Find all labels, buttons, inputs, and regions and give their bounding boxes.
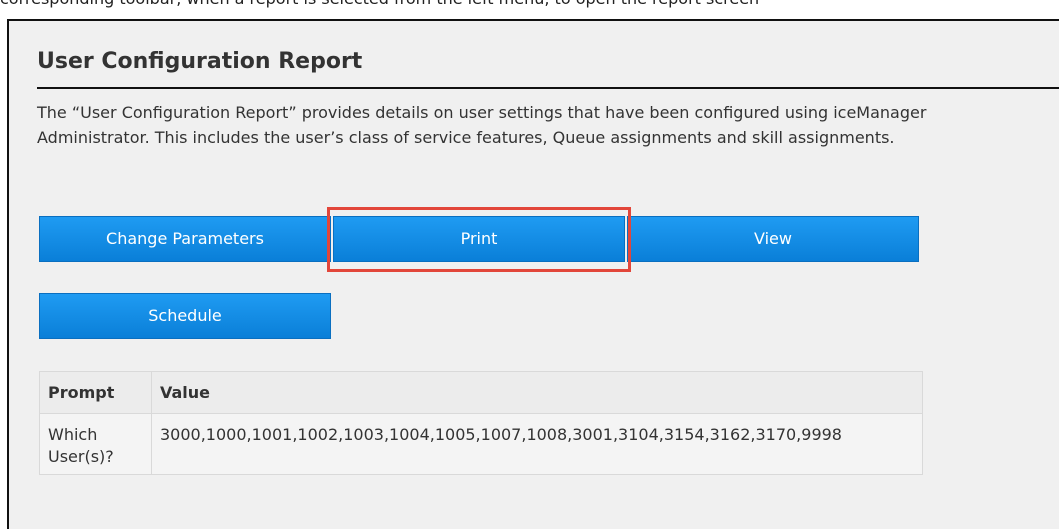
prompt-cell: Which User(s)? xyxy=(39,413,152,475)
clipped-top-text: corresponding toolbar, when a report is … xyxy=(0,0,1059,10)
schedule-button[interactable]: Schedule xyxy=(39,293,331,339)
print-button[interactable]: Print xyxy=(333,216,625,262)
column-header-value: Value xyxy=(151,371,923,414)
value-cell: 3000,1000,1001,1002,1003,1004,1005,1007,… xyxy=(151,413,923,475)
page-title: User Configuration Report xyxy=(37,49,363,74)
change-parameters-button[interactable]: Change Parameters xyxy=(39,216,331,262)
column-header-prompt: Prompt xyxy=(39,371,152,414)
view-button[interactable]: View xyxy=(627,216,919,262)
parameters-table: Prompt Value Which User(s)? 3000,1000,10… xyxy=(39,371,923,475)
table-header-row: Prompt Value xyxy=(39,371,923,414)
title-divider xyxy=(37,87,1059,89)
report-description: The “User Configuration Report” provides… xyxy=(37,103,927,147)
table-row: Which User(s)? 3000,1000,1001,1002,1003,… xyxy=(39,413,923,475)
report-panel: User Configuration Report The “User Conf… xyxy=(7,19,1059,529)
